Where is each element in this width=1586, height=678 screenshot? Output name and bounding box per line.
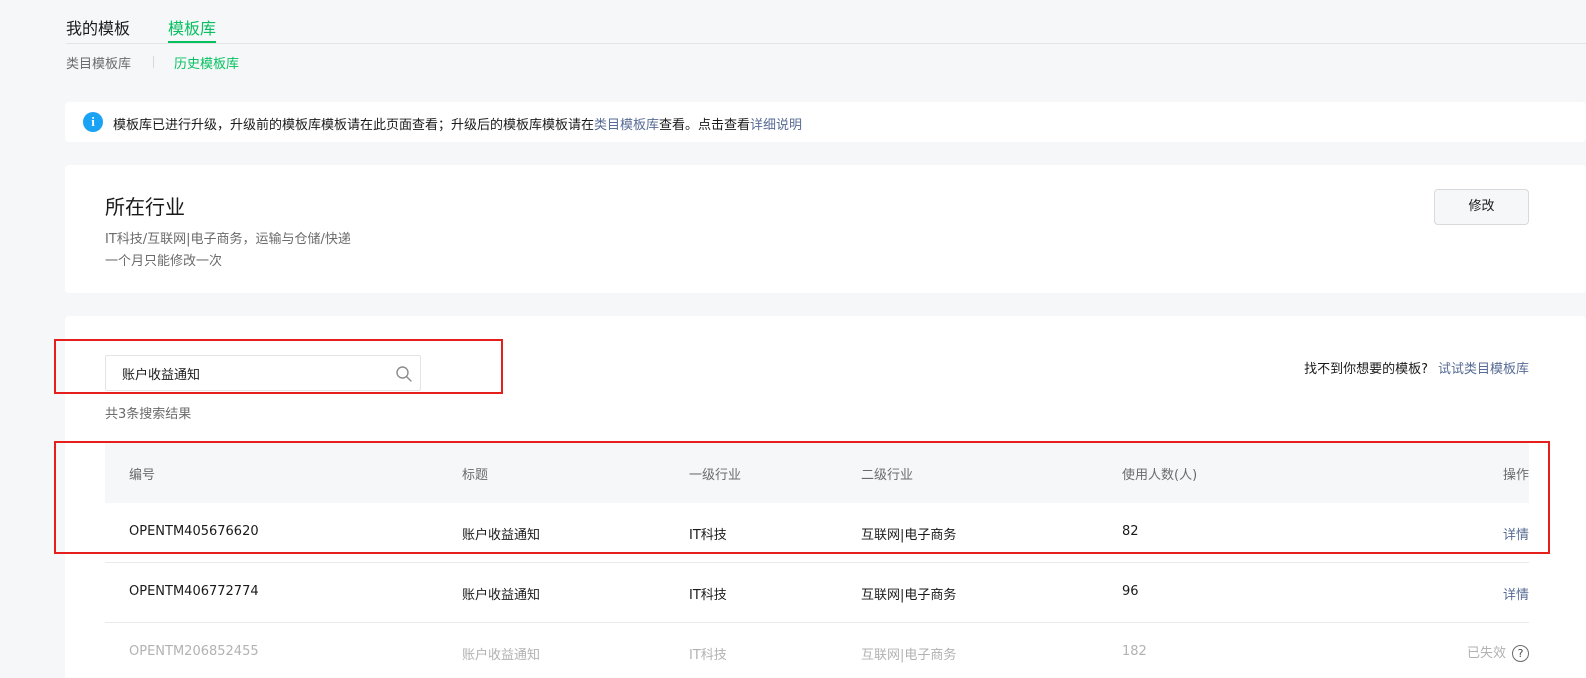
- cell-industry1: IT科技: [689, 588, 727, 603]
- industry-value: IT科技/互联网|电子商务，运输与仓储/快递: [105, 232, 351, 247]
- info-banner: i 模板库已进行升级，升级前的模板库模板请在此页面查看；升级后的模板库模板请在类…: [65, 102, 1586, 142]
- industry-title: 所在行业: [105, 195, 185, 219]
- header-id: 编号: [129, 468, 156, 483]
- result-count: 共3条搜索结果: [105, 407, 192, 422]
- subtab-history-library[interactable]: 历史模板库: [174, 53, 239, 72]
- industry-note: 一个月只能修改一次: [105, 254, 223, 269]
- try-category-library-link[interactable]: 试试类目模板库: [1438, 362, 1529, 377]
- table-row-expired: OPENTM206852455 账户收益通知 IT科技 互联网|电子商务 182…: [105, 623, 1529, 678]
- banner-text-before: 模板库已进行升级，升级前的模板库模板请在此页面查看；升级后的模板库模板请在: [113, 118, 595, 133]
- header-users: 使用人数(人): [1122, 468, 1198, 483]
- search-input[interactable]: [106, 356, 386, 390]
- search-results-card: 共3条搜索结果 找不到你想要的模板? 试试类目模板库 编号 标题 一级行业 二级行…: [65, 316, 1586, 678]
- help-icon[interactable]: ?: [1512, 645, 1529, 662]
- cell-id: OPENTM206852455: [129, 644, 259, 659]
- details-button[interactable]: 详情: [1503, 584, 1529, 603]
- table-header: 编号 标题 一级行业 二级行业 使用人数(人) 操作: [105, 443, 1529, 503]
- cell-title: 账户收益通知: [462, 588, 541, 603]
- search-icon[interactable]: [395, 365, 413, 383]
- cell-users: 82: [1122, 524, 1139, 539]
- template-library-page: 我的模板 模板库 类目模板库 历史模板库 i 模板库已进行升级，升级前的模板库模…: [0, 0, 1586, 678]
- banner-text: 模板库已进行升级，升级前的模板库模板请在此页面查看；升级后的模板库模板请在类目模…: [113, 114, 802, 133]
- search-box: [105, 355, 421, 391]
- info-icon: i: [83, 112, 103, 132]
- cell-id: OPENTM405676620: [129, 524, 259, 539]
- tab-my-templates[interactable]: 我的模板: [66, 15, 130, 39]
- cell-users: 182: [1122, 644, 1147, 659]
- cell-industry2: 互联网|电子商务: [861, 528, 957, 543]
- table-row: OPENTM405676620 账户收益通知 IT科技 互联网|电子商务 82 …: [105, 503, 1529, 563]
- hint-text: 找不到你想要的模板?: [1304, 362, 1428, 377]
- cell-users: 96: [1122, 584, 1139, 599]
- cell-title: 账户收益通知: [462, 528, 541, 543]
- industry-card: 所在行业 IT科技/互联网|电子商务，运输与仓储/快递 一个月只能修改一次 修改: [65, 165, 1586, 293]
- subtab-category-library[interactable]: 类目模板库: [66, 53, 131, 72]
- expired-label: 已失效: [1466, 646, 1506, 661]
- table-row: OPENTM406772774 账户收益通知 IT科技 互联网|电子商务 96 …: [105, 563, 1529, 623]
- header-industry2: 二级行业: [861, 468, 914, 483]
- cell-id: OPENTM406772774: [129, 584, 259, 599]
- header-industry1: 一级行业: [689, 468, 742, 483]
- templates-table: 编号 标题 一级行业 二级行业 使用人数(人) 操作 OPENTM4056766…: [105, 443, 1529, 678]
- not-found-hint: 找不到你想要的模板? 试试类目模板库: [1304, 358, 1529, 377]
- cell-industry2: 互联网|电子商务: [861, 648, 957, 663]
- header-title: 标题: [462, 468, 489, 483]
- cell-industry2: 互联网|电子商务: [861, 588, 957, 603]
- header-action: 操作: [1502, 468, 1529, 483]
- banner-text-middle: 查看。点击查看: [659, 118, 751, 133]
- details-button[interactable]: 详情: [1503, 524, 1529, 543]
- top-tabs: 我的模板 模板库: [66, 0, 1586, 44]
- category-library-link[interactable]: 类目模板库: [594, 118, 659, 133]
- modify-button[interactable]: 修改: [1434, 189, 1529, 225]
- cell-industry1: IT科技: [689, 528, 727, 543]
- cell-industry1: IT科技: [689, 648, 727, 663]
- details-link[interactable]: 详细说明: [750, 118, 802, 133]
- active-tab-indicator: [168, 41, 216, 43]
- expired-status: 已失效?: [1467, 642, 1529, 662]
- cell-title: 账户收益通知: [462, 648, 541, 663]
- tab-template-library[interactable]: 模板库: [168, 15, 216, 39]
- subtab-divider: [153, 56, 154, 68]
